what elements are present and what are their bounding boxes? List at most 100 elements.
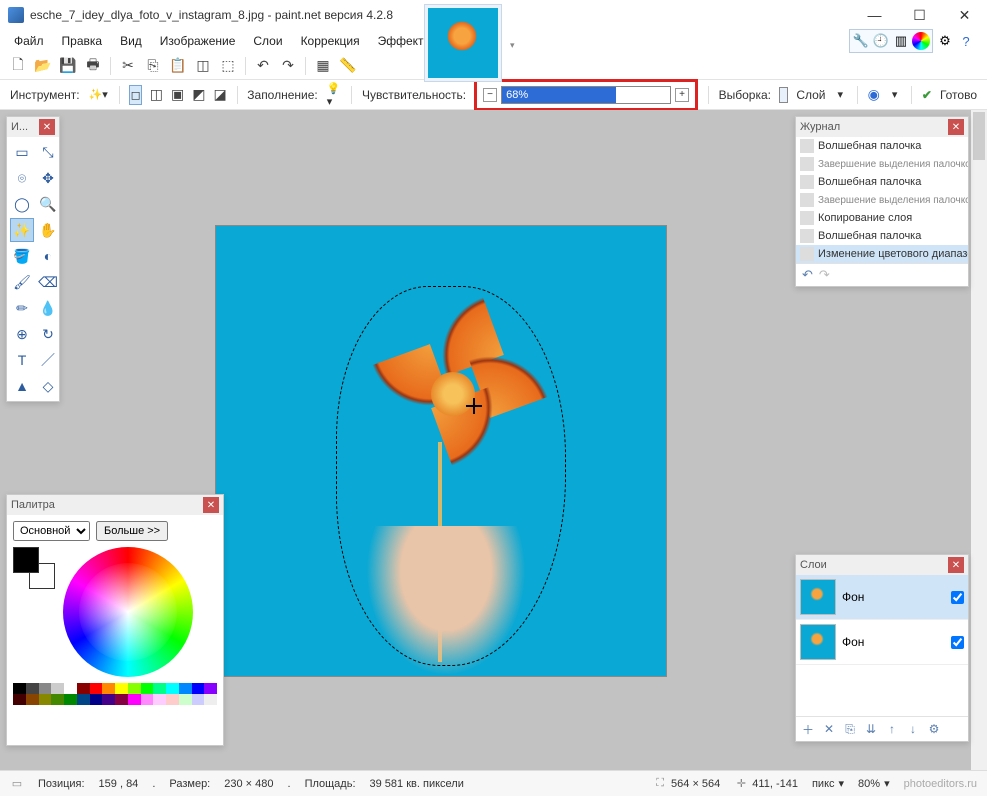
layer-delete-icon[interactable]: ✕: [820, 720, 838, 738]
palette-swatch[interactable]: [153, 694, 166, 705]
tool-rect-select[interactable]: ▭: [10, 140, 34, 164]
palette-swatch[interactable]: [102, 683, 115, 694]
tool-line[interactable]: ／: [36, 348, 60, 372]
history-item[interactable]: Изменение цветового диапазона: [796, 245, 968, 263]
document-thumbnail[interactable]: [424, 4, 502, 82]
color-wheel[interactable]: [63, 547, 193, 677]
layers-panel-close[interactable]: ✕: [948, 557, 964, 573]
menu-view[interactable]: Вид: [112, 31, 150, 51]
ruler-icon[interactable]: 📏: [338, 56, 358, 76]
tolerance-minus-button[interactable]: −: [483, 88, 497, 102]
status-unit[interactable]: пикс: [812, 778, 835, 790]
layer-row[interactable]: Фон: [796, 620, 968, 665]
palette-swatch[interactable]: [128, 694, 141, 705]
flood-dropdown[interactable]: ▾: [888, 86, 902, 104]
menu-image[interactable]: Изображение: [152, 31, 244, 51]
palette-swatch[interactable]: [90, 694, 103, 705]
menu-file[interactable]: Файл: [6, 31, 52, 51]
tool-move-selection[interactable]: ⤡: [36, 140, 60, 164]
selection-xor-icon[interactable]: ◪: [214, 85, 227, 105]
palette-swatch[interactable]: [166, 694, 179, 705]
crop-icon[interactable]: ◫: [193, 56, 213, 76]
menu-edit[interactable]: Правка: [54, 31, 111, 51]
tool-eraser[interactable]: ⌫: [36, 270, 60, 294]
tools-panel-close[interactable]: ✕: [39, 119, 55, 135]
history-item[interactable]: Завершение выделения палочкой: [796, 155, 968, 173]
tool-ellipse-select[interactable]: ◯: [10, 192, 34, 216]
minimize-button[interactable]: ―: [852, 0, 897, 30]
tool-pan[interactable]: ✋: [36, 218, 60, 242]
palette-swatch[interactable]: [13, 694, 26, 705]
tool-magic-wand[interactable]: ✨: [10, 218, 34, 242]
tolerance-slider[interactable]: 68%: [501, 86, 671, 104]
colors-panel-close[interactable]: ✕: [203, 497, 219, 513]
palette-swatch[interactable]: [179, 683, 192, 694]
tool-recolor[interactable]: ↻: [36, 322, 60, 346]
flood-mode-icon[interactable]: ◉: [868, 85, 880, 105]
panel-toggle-history-icon[interactable]: 🕘: [872, 32, 890, 50]
layer-props-icon[interactable]: ⚙: [925, 720, 943, 738]
tool-text[interactable]: T: [10, 348, 34, 372]
tool-fill[interactable]: 🪣: [10, 244, 34, 268]
undo-icon[interactable]: ↶: [253, 56, 273, 76]
panel-toggle-tools-icon[interactable]: 🔧: [852, 32, 870, 50]
paste-icon[interactable]: 📋: [168, 56, 188, 76]
palette-swatch[interactable]: [26, 694, 39, 705]
status-zoom[interactable]: 80%: [858, 778, 880, 790]
palette-swatch[interactable]: [26, 683, 39, 694]
tool-color-picker[interactable]: 💧: [36, 296, 60, 320]
palette-swatch[interactable]: [77, 694, 90, 705]
tool-gradient[interactable]: ◐: [36, 244, 60, 268]
tool-lasso[interactable]: ⌾: [10, 166, 34, 190]
panel-toggle-colors-icon[interactable]: [912, 32, 930, 50]
history-item[interactable]: Волшебная палочка: [796, 173, 968, 191]
layer-up-icon[interactable]: ↑: [883, 720, 901, 738]
print-icon[interactable]: 🖶: [83, 56, 103, 76]
fill-mode-dropdown[interactable]: 💡▾: [326, 86, 342, 104]
history-item[interactable]: Волшебная палочка: [796, 227, 968, 245]
history-panel-close[interactable]: ✕: [948, 119, 964, 135]
palette-swatch[interactable]: [39, 694, 52, 705]
palette-swatch[interactable]: [204, 683, 217, 694]
palette-swatch[interactable]: [179, 694, 192, 705]
palette-swatch[interactable]: [51, 694, 64, 705]
menu-adjust[interactable]: Коррекция: [293, 31, 368, 51]
palette-swatch[interactable]: [204, 694, 217, 705]
history-item[interactable]: Завершение выделения палочкой: [796, 191, 968, 209]
layer-visible-checkbox[interactable]: [951, 636, 964, 649]
deselect-icon[interactable]: ⬚: [218, 56, 238, 76]
canvas[interactable]: [216, 226, 666, 676]
close-button[interactable]: ✕: [942, 0, 987, 30]
history-item[interactable]: Копирование слоя: [796, 209, 968, 227]
selection-intersect-icon[interactable]: ◩: [192, 85, 205, 105]
palette-swatch[interactable]: [90, 683, 103, 694]
palette-swatch[interactable]: [39, 683, 52, 694]
palette-swatch[interactable]: [64, 683, 77, 694]
history-item[interactable]: Волшебная палочка: [796, 137, 968, 155]
selection-subtract-icon[interactable]: ▣: [171, 85, 184, 105]
palette-swatch[interactable]: [141, 694, 154, 705]
selection-add-icon[interactable]: ◫: [150, 85, 163, 105]
layer-row[interactable]: Фон: [796, 575, 968, 620]
help-icon[interactable]: ?: [957, 32, 975, 50]
menu-layers[interactable]: Слои: [245, 31, 290, 51]
tool-selector[interactable]: ✨▾: [88, 86, 109, 104]
layer-visible-checkbox[interactable]: [951, 591, 964, 604]
panel-toggle-layers-icon[interactable]: ▥: [892, 32, 910, 50]
grid-icon[interactable]: ▦: [313, 56, 333, 76]
new-icon[interactable]: 🗋: [8, 56, 28, 76]
tool-rectangle[interactable]: ◇: [36, 374, 60, 398]
history-redo-icon[interactable]: ↷: [819, 267, 830, 283]
thumbnail-dropdown-icon[interactable]: ▾: [510, 40, 515, 51]
tool-move-pixels[interactable]: ✥: [36, 166, 60, 190]
layer-duplicate-icon[interactable]: ⎘: [841, 720, 859, 738]
palette-swatch[interactable]: [115, 683, 128, 694]
palette-swatch[interactable]: [13, 683, 26, 694]
layer-add-icon[interactable]: ＋: [799, 720, 817, 738]
palette-swatch[interactable]: [51, 683, 64, 694]
tool-brush[interactable]: 🖌: [10, 270, 34, 294]
vertical-scrollbar[interactable]: [971, 110, 987, 770]
layer-down-icon[interactable]: ↓: [904, 720, 922, 738]
tolerance-plus-button[interactable]: +: [675, 88, 689, 102]
palette-swatch[interactable]: [192, 694, 205, 705]
